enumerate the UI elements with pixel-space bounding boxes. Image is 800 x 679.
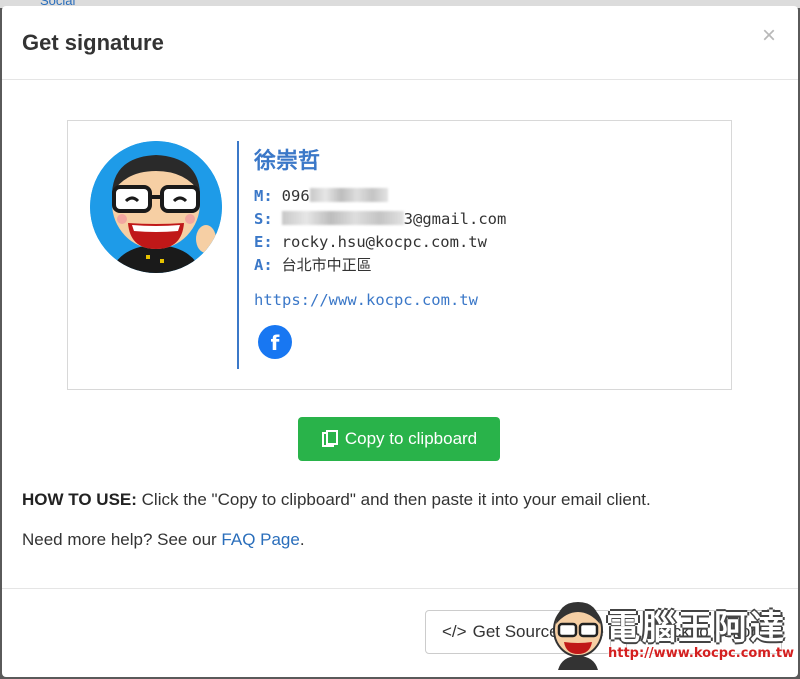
signature-preview: 徐崇哲 M: 096 S: 3@gmail.com E: rocky.hsu@kocp… <box>67 120 732 390</box>
address-row: A: 台北市中正區 <box>254 254 506 277</box>
avatar-illustration <box>90 141 222 273</box>
how-to-use-text: HOW TO USE: Click the "Copy to clipboard… <box>22 490 651 510</box>
email-value: rocky.hsu@kocpc.com.tw <box>281 233 487 251</box>
get-source-label: Get Source Code <box>472 622 604 641</box>
skype-label: S: <box>254 210 273 228</box>
how-to-use-label: HOW TO USE: <box>22 490 137 509</box>
modal-title: Get signature <box>22 30 164 55</box>
modal-footer: </> Get Source Code Back to editor <box>2 588 798 677</box>
skype-value: 3@gmail.com <box>403 210 507 228</box>
help-prefix: Need more help? See our <box>22 530 222 549</box>
signature-name: 徐崇哲 <box>254 149 321 174</box>
redacted-skype <box>281 211 404 225</box>
email-row: E: rocky.hsu@kocpc.com.tw <box>254 231 506 254</box>
avatar <box>90 141 222 273</box>
clipboard-icon <box>321 430 338 447</box>
website-link[interactable]: https://www.kocpc.com.tw <box>254 291 506 309</box>
address-value: 台北市中正區 <box>281 256 372 274</box>
faq-link[interactable]: FAQ Page <box>221 530 299 549</box>
modal-header: Get signature × <box>2 6 798 80</box>
mobile-row: M: 096 <box>254 185 506 208</box>
redacted-mobile <box>309 188 388 202</box>
signature-details: 徐崇哲 M: 096 S: 3@gmail.com E: rocky.hsu@kocp… <box>254 143 506 359</box>
email-label: E: <box>254 233 273 251</box>
mobile-label: M: <box>254 187 273 205</box>
address-label: A: <box>254 256 273 274</box>
signature-modal: Get signature × 徐崇哲 M: 096 S: 3@gmail.co… <box>2 6 798 677</box>
get-source-code-button[interactable]: </> Get Source Code <box>425 610 611 654</box>
facebook-icon[interactable]: f <box>258 325 292 359</box>
close-icon[interactable]: × <box>762 24 776 48</box>
help-text: Need more help? See our FAQ Page. <box>22 530 305 550</box>
code-icon: </> <box>442 622 467 641</box>
how-to-use-body: Click the "Copy to clipboard" and then p… <box>136 490 651 509</box>
mobile-value: 096 <box>281 187 310 205</box>
copy-to-clipboard-button[interactable]: Copy to clipboard <box>298 417 500 461</box>
back-label: Back to editor <box>652 622 756 641</box>
skype-row: S: 3@gmail.com <box>254 208 506 231</box>
help-suffix: . <box>299 530 305 549</box>
back-to-editor-button[interactable]: Back to editor <box>626 610 782 654</box>
copy-button-label: Copy to clipboard <box>344 429 478 448</box>
signature-divider <box>237 141 239 369</box>
